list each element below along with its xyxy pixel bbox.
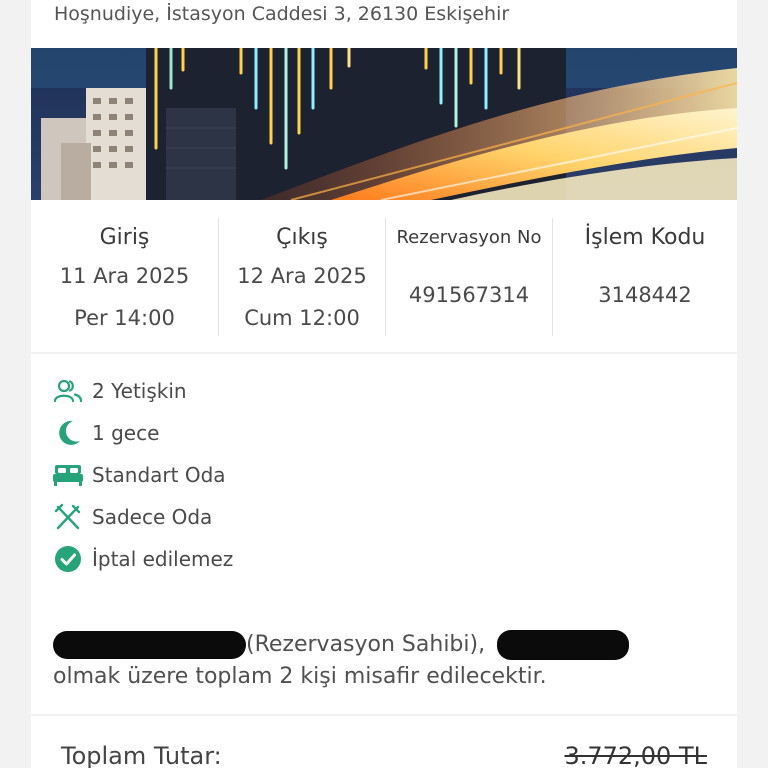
- redacted-owner-name: [53, 631, 246, 659]
- transaction-code: 3148442: [598, 283, 692, 307]
- feature-label: 2 Yetişkin: [92, 379, 187, 403]
- moon-icon: [53, 418, 83, 448]
- feature-label: Standart Oda: [92, 463, 226, 487]
- feature-label: 1 gece: [92, 421, 160, 445]
- reservation-number-column: Rezervasyon No 491567314: [385, 218, 552, 336]
- feature-cancellation: İptal edilemez: [53, 544, 233, 574]
- redacted-guest-name: [497, 630, 630, 660]
- reservation-number-label: Rezervasyon No: [396, 227, 542, 248]
- feature-board-type: Sadece Oda: [53, 502, 212, 532]
- feature-label: İptal edilemez: [92, 547, 234, 571]
- room-details-card: 2 Yetişkin 1 gece Standart Oda Sadece Od…: [31, 354, 737, 714]
- checkout-date: 12 Ara 2025: [237, 264, 367, 288]
- checkout-time: Cum 12:00: [244, 306, 360, 330]
- reservation-summary-card: Hoşnudiye, İstasyon Caddesi 3, 26130 Esk…: [31, 0, 737, 352]
- owner-suffix: (Rezervasyon Sahibi),: [246, 632, 486, 657]
- feature-guests: 2 Yetişkin: [53, 376, 187, 406]
- feature-nights: 1 gece: [53, 418, 159, 448]
- checkin-label: Giriş: [99, 225, 150, 250]
- checkin-date: 11 Ara 2025: [59, 264, 190, 288]
- checkin-time: Per 14:00: [74, 306, 175, 330]
- guests-icon: [53, 376, 83, 406]
- stay-details-grid: Giriş 11 Ara 2025 Per 14:00 Çıkış 12 Ara…: [31, 218, 737, 336]
- transaction-code-column: İşlem Kodu 3148442: [552, 218, 737, 336]
- price-summary-card: Toplam Tutar: 3.772,00 TL: [31, 716, 737, 768]
- reservation-number: 491567314: [408, 283, 530, 307]
- checkout-label: Çıkış: [276, 225, 328, 250]
- hotel-photo: [31, 48, 737, 200]
- guest-note-line-2: olmak üzere toplam 2 kişi misafir edilec…: [53, 664, 547, 689]
- bed-icon: [53, 460, 83, 490]
- check-circle-icon: [53, 544, 83, 574]
- original-total-price: 3.772,00 TL: [564, 742, 707, 768]
- transaction-code-label: İşlem Kodu: [584, 225, 706, 250]
- total-label: Toplam Tutar:: [61, 742, 222, 768]
- hotel-photo-illustration: [31, 48, 737, 200]
- utensils-crossed-icon: [53, 502, 83, 532]
- checkout-column: Çıkış 12 Ara 2025 Cum 12:00: [218, 218, 385, 336]
- feature-room-type: Standart Oda: [53, 460, 226, 490]
- guest-note-line-1: (Rezervasyon Sahibi),: [53, 630, 630, 660]
- hotel-address: Hoşnudiye, İstasyon Caddesi 3, 26130 Esk…: [54, 3, 510, 25]
- feature-label: Sadece Oda: [92, 505, 213, 529]
- checkin-column: Giriş 11 Ara 2025 Per 14:00: [31, 218, 218, 336]
